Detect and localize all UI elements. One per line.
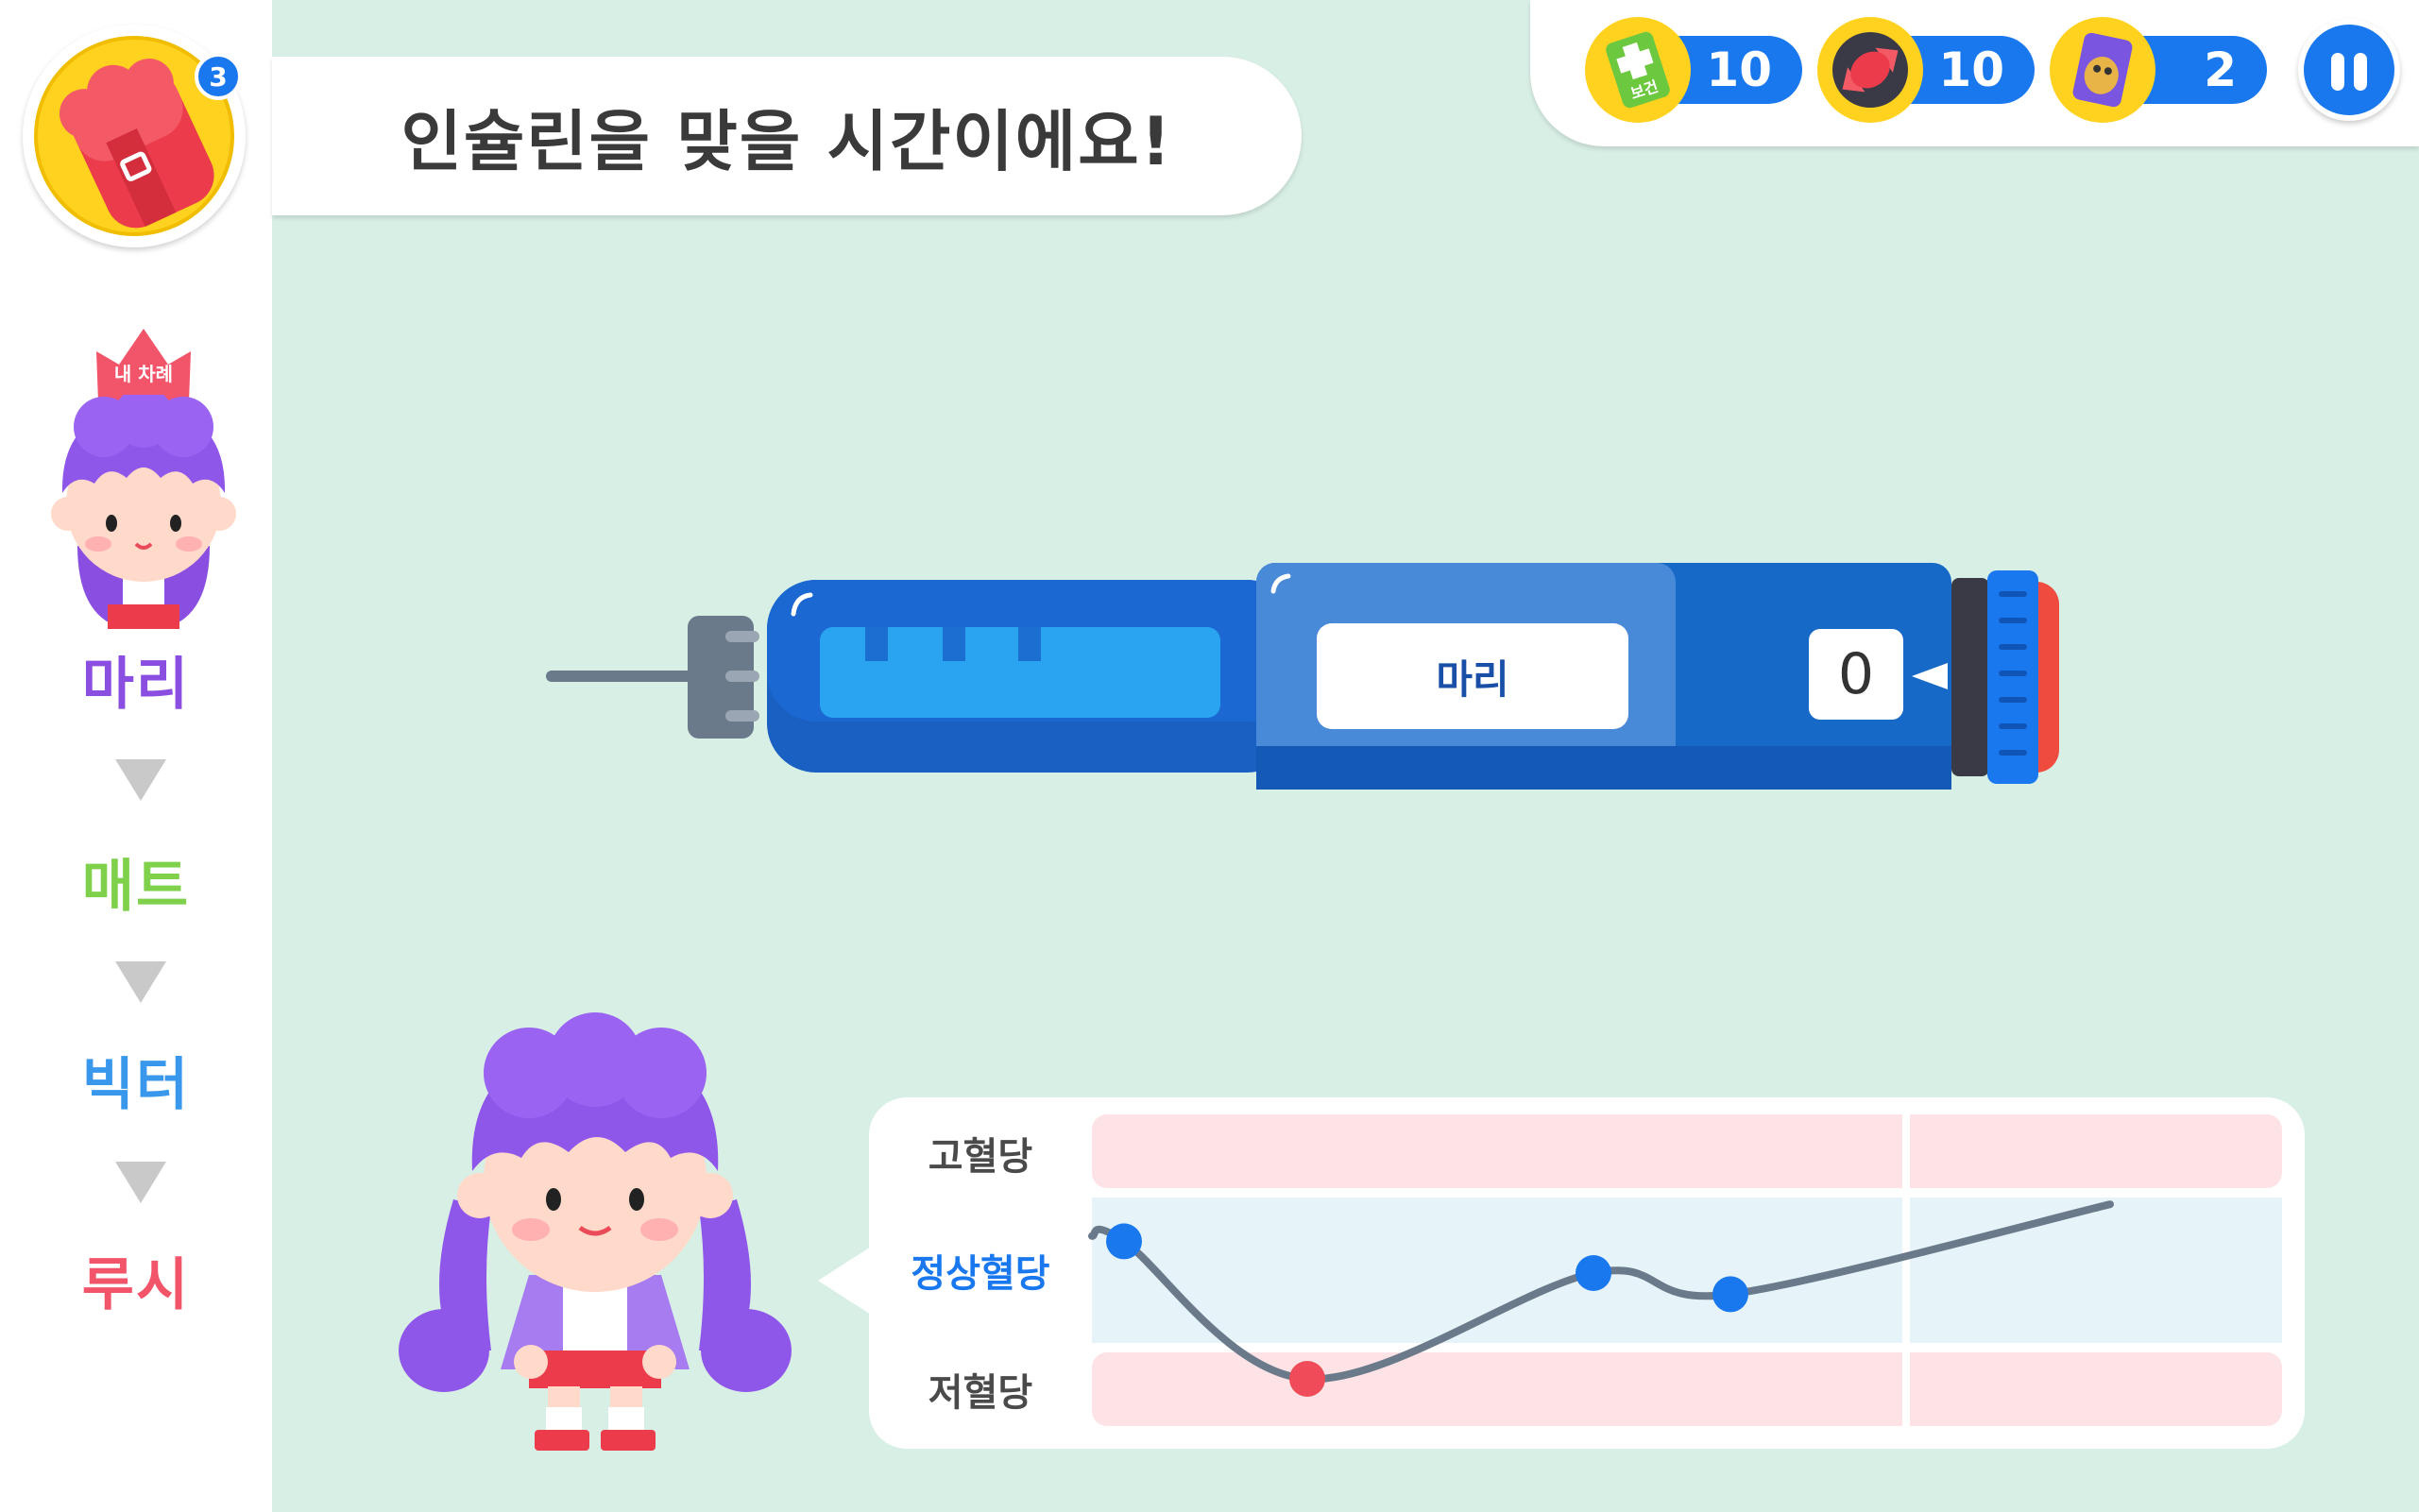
turn-arrow-icon [115,759,166,801]
turn-player-1: 마리 [81,652,191,718]
monster-card-icon[interactable] [2050,17,2155,123]
turn-arrow-icon [115,1162,166,1203]
candy-icon[interactable] [1817,17,1923,123]
pen-player-name-button[interactable]: 마리 [1317,623,1628,729]
glucose-point [1106,1223,1142,1260]
my-turn-label: 내 차례 [113,363,174,385]
pause-icon [2331,53,2344,91]
glucose-point [1712,1276,1748,1313]
instruction-title: 인슐린을 맞을 시간이에요! [400,102,1173,180]
speech-tail [818,1247,871,1315]
health-card-count: 10 [1706,42,1772,97]
glucose-point [1576,1255,1611,1291]
health-card-icon[interactable]: 보건 [1585,17,1691,123]
grid-divider-vertical [1902,1114,1910,1432]
glucose-chart [1088,1114,2286,1432]
dose-display: 0 [1809,629,1903,720]
candy-count: 10 [1938,42,2004,97]
turn-arrow-icon [115,961,166,1003]
band-label-normal: 정상혈당 [911,1252,1050,1296]
band-normal [1092,1198,2282,1343]
band-label-low: 저혈당 [928,1371,1033,1415]
turn-player-3: 빅터 [81,1052,191,1118]
grid-divider-top [1088,1188,2286,1198]
turn-player-2: 매트 [81,854,191,920]
monster-card-count: 2 [2204,42,2237,97]
instruction-bubble: 인슐린을 맞을 시간이에요! [272,57,1302,215]
mari-avatar [51,395,236,629]
turn-player-4: 루시 [81,1252,191,1318]
pause-button[interactable] [2298,19,2400,121]
band-high [1092,1114,2282,1188]
grid-divider-bottom [1088,1343,2286,1352]
mari-character [399,1012,792,1451]
bag-count-badge: 3 [195,53,242,100]
band-low [1092,1352,2282,1426]
glucose-point [1289,1361,1325,1397]
band-label-high: 고혈당 [928,1135,1033,1179]
